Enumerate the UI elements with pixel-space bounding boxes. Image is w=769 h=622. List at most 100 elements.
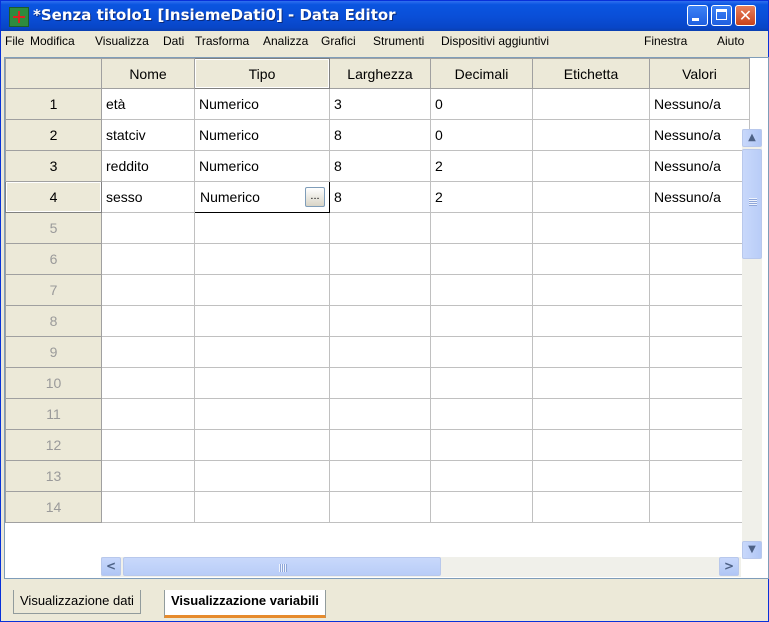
- cell-empty[interactable]: [430, 367, 533, 399]
- maximize-button[interactable]: [711, 5, 732, 26]
- cell-empty[interactable]: [194, 305, 330, 337]
- row-header[interactable]: 7: [5, 274, 102, 306]
- row-header[interactable]: 9: [5, 336, 102, 368]
- vertical-scrollbar[interactable]: ▲ ▼: [742, 129, 762, 559]
- cell-etichetta[interactable]: [532, 119, 650, 151]
- column-header-etichetta[interactable]: Etichetta: [532, 58, 650, 89]
- cell-valori[interactable]: Nessuno/a: [649, 119, 750, 151]
- column-header-nome[interactable]: Nome: [101, 58, 195, 89]
- cell-etichetta[interactable]: [532, 88, 650, 120]
- menu-finestra[interactable]: Finestra: [644, 34, 687, 48]
- cell-nome[interactable]: reddito: [101, 150, 195, 182]
- cell-empty[interactable]: [532, 305, 650, 337]
- cell-empty[interactable]: [430, 460, 533, 492]
- cell-empty[interactable]: [532, 336, 650, 368]
- cell-empty[interactable]: [649, 460, 750, 492]
- cell-tipo[interactable]: Numerico: [194, 88, 330, 120]
- cell-larghezza[interactable]: 8: [329, 150, 431, 182]
- cell-empty[interactable]: [194, 367, 330, 399]
- row-header[interactable]: 8: [5, 305, 102, 337]
- scroll-left-button[interactable]: <: [101, 557, 121, 576]
- cell-valori[interactable]: Nessuno/a: [649, 181, 750, 213]
- cell-empty[interactable]: [329, 460, 431, 492]
- menu-grafici[interactable]: Grafici: [321, 34, 356, 48]
- cell-empty[interactable]: [649, 367, 750, 399]
- cell-empty[interactable]: [101, 491, 195, 523]
- cell-empty[interactable]: [329, 336, 431, 368]
- cell-empty[interactable]: [649, 336, 750, 368]
- cell-nome[interactable]: età: [101, 88, 195, 120]
- cell-empty[interactable]: [430, 336, 533, 368]
- cell-empty[interactable]: [430, 429, 533, 461]
- cell-empty[interactable]: [329, 212, 431, 244]
- tab-visualizzazione-dati[interactable]: Visualizzazione dati: [13, 590, 141, 614]
- menu-dati[interactable]: Dati: [163, 34, 184, 48]
- cell-larghezza[interactable]: 3: [329, 88, 431, 120]
- menu-aiuto[interactable]: Aiuto: [717, 34, 744, 48]
- cell-larghezza[interactable]: 8: [329, 181, 431, 213]
- cell-empty[interactable]: [194, 398, 330, 430]
- scroll-right-button[interactable]: >: [719, 557, 739, 576]
- corner-header[interactable]: [5, 58, 102, 89]
- column-header-valori[interactable]: Valori: [649, 58, 750, 89]
- cell-empty[interactable]: [194, 243, 330, 275]
- cell-tipo-editing[interactable]: Numerico ...: [194, 181, 330, 213]
- cell-empty[interactable]: [329, 429, 431, 461]
- cell-empty[interactable]: [194, 336, 330, 368]
- cell-empty[interactable]: [194, 429, 330, 461]
- cell-empty[interactable]: [649, 305, 750, 337]
- title-bar[interactable]: *Senza titolo1 [InsiemeDati0] - Data Edi…: [1, 1, 768, 31]
- cell-empty[interactable]: [194, 460, 330, 492]
- cell-tipo[interactable]: Numerico: [194, 119, 330, 151]
- row-header[interactable]: 1: [5, 88, 102, 120]
- menu-trasforma[interactable]: Trasforma: [195, 34, 249, 48]
- cell-empty[interactable]: [532, 212, 650, 244]
- cell-nome[interactable]: sesso: [101, 181, 195, 213]
- cell-empty[interactable]: [532, 243, 650, 275]
- cell-empty[interactable]: [430, 274, 533, 306]
- cell-empty[interactable]: [430, 243, 533, 275]
- cell-empty[interactable]: [649, 429, 750, 461]
- cell-empty[interactable]: [532, 398, 650, 430]
- tipo-ellipsis-button[interactable]: ...: [305, 187, 325, 207]
- column-header-larghezza[interactable]: Larghezza: [329, 58, 431, 89]
- cell-nome[interactable]: statciv: [101, 119, 195, 151]
- cell-empty[interactable]: [101, 429, 195, 461]
- cell-larghezza[interactable]: 8: [329, 119, 431, 151]
- cell-empty[interactable]: [532, 491, 650, 523]
- cell-decimali[interactable]: 2: [430, 150, 533, 182]
- row-header[interactable]: 10: [5, 367, 102, 399]
- menu-visualizza[interactable]: Visualizza: [95, 34, 149, 48]
- cell-empty[interactable]: [101, 398, 195, 430]
- tab-visualizzazione-variabili[interactable]: Visualizzazione variabili: [164, 590, 326, 618]
- horizontal-scroll-thumb[interactable]: [123, 557, 441, 576]
- row-header[interactable]: 2: [5, 119, 102, 151]
- cell-empty[interactable]: [329, 398, 431, 430]
- cell-empty[interactable]: [101, 336, 195, 368]
- cell-empty[interactable]: [101, 212, 195, 244]
- cell-empty[interactable]: [329, 305, 431, 337]
- close-button[interactable]: ✕: [735, 5, 756, 26]
- cell-etichetta[interactable]: [532, 181, 650, 213]
- cell-empty[interactable]: [430, 491, 533, 523]
- cell-empty[interactable]: [101, 243, 195, 275]
- cell-empty[interactable]: [329, 491, 431, 523]
- cell-empty[interactable]: [101, 367, 195, 399]
- horizontal-scrollbar[interactable]: < >: [101, 557, 741, 577]
- row-header[interactable]: 14: [5, 491, 102, 523]
- cell-empty[interactable]: [649, 243, 750, 275]
- row-header[interactable]: 5: [5, 212, 102, 244]
- cell-empty[interactable]: [194, 212, 330, 244]
- column-header-decimali[interactable]: Decimali: [430, 58, 533, 89]
- cell-empty[interactable]: [194, 274, 330, 306]
- cell-decimali[interactable]: 2: [430, 181, 533, 213]
- cell-valori[interactable]: Nessuno/a: [649, 150, 750, 182]
- cell-empty[interactable]: [101, 460, 195, 492]
- cell-empty[interactable]: [649, 398, 750, 430]
- cell-empty[interactable]: [101, 274, 195, 306]
- cell-empty[interactable]: [649, 212, 750, 244]
- cell-empty[interactable]: [329, 274, 431, 306]
- column-header-tipo[interactable]: Tipo: [194, 58, 330, 89]
- cell-empty[interactable]: [101, 305, 195, 337]
- scroll-down-button[interactable]: ▼: [742, 541, 762, 559]
